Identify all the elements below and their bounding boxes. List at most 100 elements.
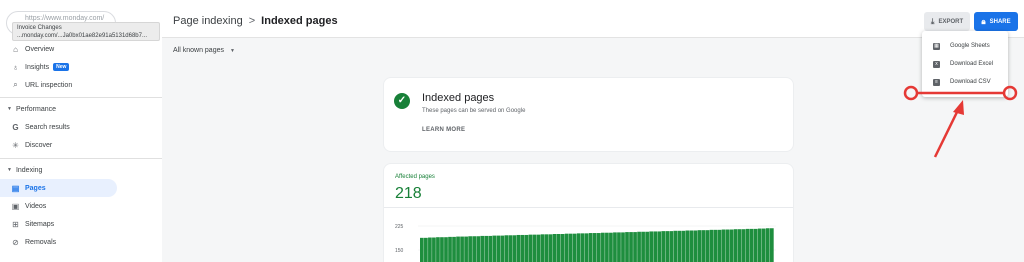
chart-bar bbox=[649, 231, 653, 262]
export-label: EXPORT bbox=[938, 18, 964, 25]
card-title: Indexed pages bbox=[422, 92, 495, 104]
chart-bar bbox=[500, 235, 505, 262]
chart-bar bbox=[552, 234, 557, 262]
sidebar-divider bbox=[0, 158, 162, 159]
chart-bar bbox=[592, 233, 597, 262]
collapse-icon: ▼ bbox=[7, 106, 12, 112]
chart-bar bbox=[564, 233, 569, 262]
chart-bars bbox=[420, 228, 774, 262]
new-badge: New bbox=[53, 63, 70, 71]
section-indexing[interactable]: ▼ Indexing bbox=[0, 162, 160, 178]
chart-bar bbox=[540, 234, 545, 262]
breadcrumb-parent[interactable]: Page indexing bbox=[173, 15, 243, 27]
chart-bar bbox=[689, 230, 694, 262]
chart-bar bbox=[528, 234, 533, 262]
chart-bar bbox=[761, 228, 766, 262]
y-tick-label: 150 bbox=[395, 248, 404, 254]
chart-bar bbox=[609, 232, 613, 262]
insights-icon: ♁ bbox=[12, 62, 19, 72]
chart-bar bbox=[440, 237, 444, 262]
chart-bar bbox=[544, 234, 549, 262]
menu-item-label: Google Sheets bbox=[950, 43, 990, 49]
chart-bar bbox=[765, 228, 770, 262]
sidebar-item-label: Search results bbox=[25, 123, 70, 131]
chart-bar bbox=[452, 236, 456, 262]
chart-bar bbox=[729, 229, 734, 262]
property-tooltip: Invoice Changes ...monday.com/...Ja0bx01… bbox=[12, 22, 160, 41]
sidebar-item-videos[interactable]: ▣ Videos bbox=[0, 197, 117, 215]
chart-bar bbox=[597, 233, 601, 262]
check-circle-icon: ✓ bbox=[394, 93, 410, 109]
sidebar-item-removals[interactable]: ⊘ Removals bbox=[0, 233, 117, 251]
chart-bar bbox=[629, 232, 633, 262]
sitemaps-icon: ⊞ bbox=[12, 219, 19, 229]
menu-item-download-excel[interactable]: x Download Excel bbox=[922, 55, 1008, 73]
chart-bar bbox=[697, 230, 702, 262]
chart-bar bbox=[476, 236, 481, 262]
chart-bar bbox=[444, 237, 448, 262]
chart-bar bbox=[576, 233, 581, 262]
section-label: Performance bbox=[15, 105, 57, 113]
tooltip-title: Invoice Changes bbox=[17, 25, 62, 31]
chart-bar bbox=[536, 234, 541, 262]
sidebar-item-discover[interactable]: ✳ Discover bbox=[0, 136, 117, 154]
sidebar-divider bbox=[0, 97, 162, 98]
filter-dropdown[interactable]: All known pages ▼ bbox=[173, 47, 235, 54]
menu-item-download-csv[interactable]: ≡ Download CSV bbox=[922, 73, 1008, 91]
chart-bar bbox=[424, 237, 428, 262]
chart-bar bbox=[488, 235, 493, 262]
collapse-icon: ▼ bbox=[7, 167, 12, 173]
sidebar-item-label: URL inspection bbox=[25, 81, 73, 89]
chart-bar bbox=[757, 228, 762, 262]
chart-bar bbox=[496, 235, 501, 262]
chart-bar bbox=[548, 234, 553, 262]
chart-bar bbox=[456, 236, 460, 262]
chart-bar bbox=[484, 235, 489, 262]
chart-bar bbox=[460, 236, 464, 262]
page-title: Indexed pages bbox=[261, 15, 338, 27]
chart-bar bbox=[657, 231, 662, 262]
chart-bar bbox=[721, 229, 726, 262]
chart-bar bbox=[556, 234, 561, 262]
chart-bar bbox=[641, 231, 645, 262]
csv-icon: ≡ bbox=[933, 78, 940, 86]
affected-pages-chart: 225 150 bbox=[395, 224, 776, 262]
sidebar: https://www.monday.com/ Invoice Changes … bbox=[0, 0, 162, 262]
chart-bar bbox=[420, 237, 424, 262]
chart-bar bbox=[677, 230, 682, 262]
sidebar-item-overview[interactable]: ⌂ Overview bbox=[0, 40, 117, 58]
chart-bar bbox=[568, 233, 573, 262]
chart-bar bbox=[625, 232, 629, 262]
chart-bar bbox=[504, 235, 509, 262]
sidebar-item-search-results[interactable]: G Search results bbox=[0, 118, 117, 136]
sidebar-item-url-inspection[interactable]: ⌕ URL inspection bbox=[0, 76, 117, 94]
sidebar-item-insights[interactable]: ♁ Insights New bbox=[0, 58, 117, 76]
chart-bar bbox=[436, 237, 440, 262]
chart-bar bbox=[705, 230, 710, 262]
export-menu: ▦ Google Sheets x Download Excel ≡ Downl… bbox=[922, 31, 1008, 97]
chart-bar bbox=[464, 236, 468, 262]
chart-bar bbox=[681, 230, 686, 262]
excel-icon: x bbox=[933, 60, 940, 68]
share-button[interactable]: 🔒︎ SHARE bbox=[974, 12, 1018, 31]
chart-bar bbox=[508, 235, 513, 262]
menu-item-google-sheets[interactable]: ▦ Google Sheets bbox=[922, 37, 1008, 55]
chart-bar bbox=[753, 228, 758, 262]
discover-icon: ✳ bbox=[12, 140, 19, 150]
chart-bar bbox=[560, 234, 565, 262]
chart-bar bbox=[448, 236, 452, 262]
chart-bar bbox=[468, 236, 472, 262]
learn-more-link[interactable]: LEARN MORE bbox=[422, 127, 465, 133]
sidebar-item-sitemaps[interactable]: ⊞ Sitemaps bbox=[0, 215, 117, 233]
tooltip-url: ...monday.com/...Ja0bx01ae82e91a5131d68b… bbox=[17, 33, 147, 39]
export-button[interactable]: ⤓ EXPORT bbox=[924, 12, 970, 31]
sidebar-item-pages[interactable]: ▤ Pages bbox=[0, 179, 117, 197]
breadcrumb: Page indexing > Indexed pages bbox=[173, 15, 338, 27]
chart-bar bbox=[621, 232, 625, 262]
section-label: Indexing bbox=[15, 166, 43, 174]
section-performance[interactable]: ▼ Performance bbox=[0, 101, 160, 117]
sheets-icon: ▦ bbox=[933, 42, 940, 50]
chart-bar bbox=[520, 234, 525, 262]
chart-bar bbox=[733, 229, 738, 262]
chart-bar bbox=[524, 234, 529, 262]
